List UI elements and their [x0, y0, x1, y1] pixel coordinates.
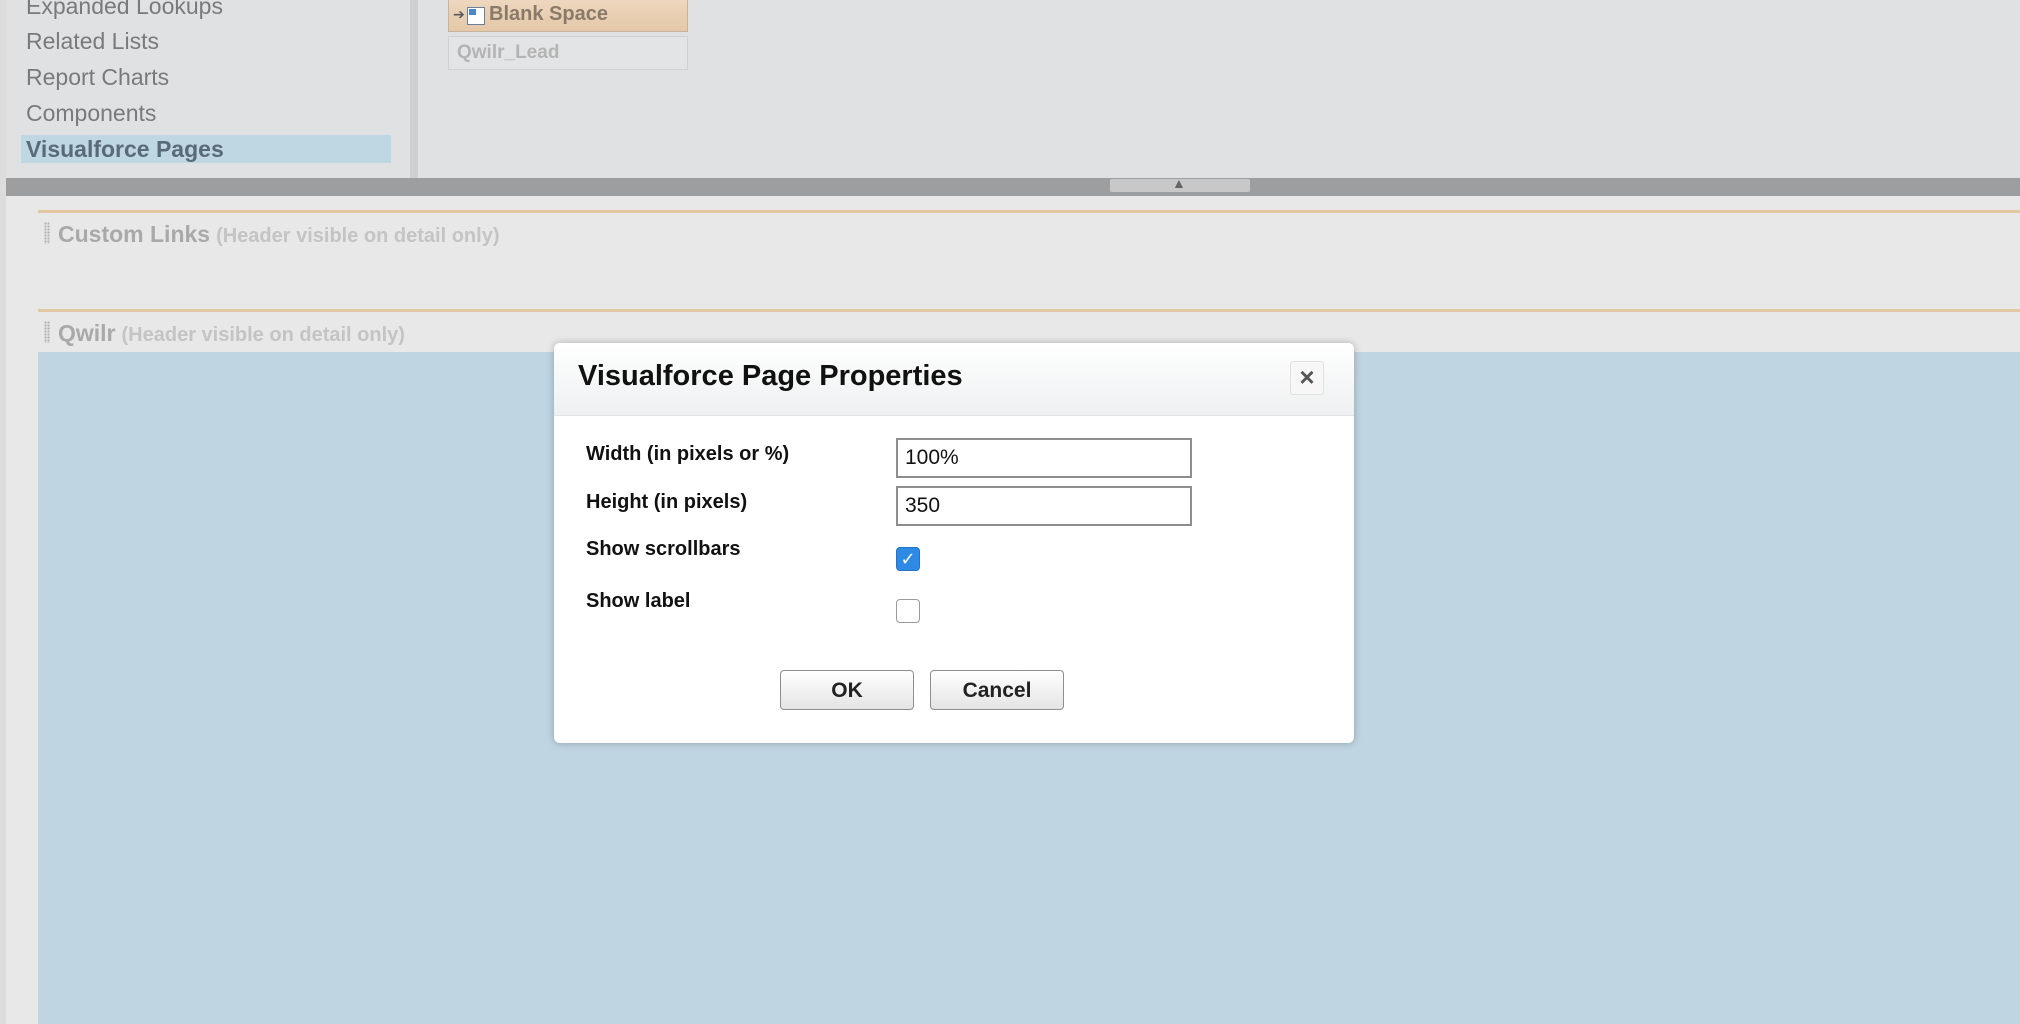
palette-divider [6, 178, 2020, 196]
category-expanded-lookups[interactable]: Expanded Lookups [21, 0, 391, 20]
chevron-up-icon: ▲ [1172, 175, 1186, 191]
blank-space-label: Blank Space [489, 3, 608, 25]
show-label-label: Show label [586, 590, 691, 612]
blank-space-icon [467, 7, 485, 25]
category-visualforce-pages[interactable]: Visualforce Pages [21, 135, 391, 163]
drag-arrow-icon: ➔ [453, 6, 465, 22]
qwilr-section-note: (Header visible on detail only) [121, 324, 405, 346]
close-icon[interactable]: × [1290, 361, 1324, 395]
custom-links-header[interactable]: Custom Links (Header visible on detail on… [44, 221, 499, 248]
custom-links-rule [38, 210, 2020, 213]
page-layout-editor: Expanded Lookups Related Lists Report Ch… [0, 0, 2020, 1024]
ok-button[interactable]: OK [780, 670, 914, 710]
drag-grip-icon [44, 222, 50, 244]
width-label: Width (in pixels or %) [586, 443, 790, 465]
custom-links-title: Custom Links [58, 221, 211, 247]
show-label-checkbox[interactable] [896, 599, 920, 623]
palette: Expanded Lookups Related Lists Report Ch… [6, 0, 2020, 180]
palette-items: ➔ Blank Space Qwilr_Lead [418, 0, 2018, 178]
dialog-title: Visualforce Page Properties [578, 360, 963, 392]
cancel-button[interactable]: Cancel [930, 670, 1064, 710]
category-report-charts[interactable]: Report Charts [21, 63, 391, 91]
height-input[interactable] [896, 486, 1192, 526]
qwilr-lead-item[interactable]: Qwilr_Lead [448, 36, 688, 70]
blank-space-item[interactable]: ➔ Blank Space [448, 0, 688, 32]
collapse-palette-handle[interactable]: ▲ [1110, 175, 1250, 192]
drag-grip-icon [44, 321, 50, 343]
palette-category-list: Expanded Lookups Related Lists Report Ch… [6, 0, 418, 178]
qwilr-section-header[interactable]: Qwilr (Header visible on detail only) [44, 320, 405, 347]
category-related-lists[interactable]: Related Lists [21, 27, 391, 55]
dialog-header: Visualforce Page Properties × [554, 343, 1354, 416]
height-label: Height (in pixels) [586, 491, 748, 513]
qwilr-section-title: Qwilr [58, 320, 116, 346]
custom-links-note: (Header visible on detail only) [216, 225, 500, 247]
width-input[interactable] [896, 438, 1192, 478]
qwilr-section-rule [38, 309, 2020, 312]
show-scrollbars-label: Show scrollbars [586, 538, 741, 560]
category-components[interactable]: Components [21, 99, 391, 127]
visualforce-properties-dialog: Visualforce Page Properties × Width (in … [554, 343, 1354, 743]
show-scrollbars-checkbox[interactable]: ✓ [896, 547, 920, 571]
